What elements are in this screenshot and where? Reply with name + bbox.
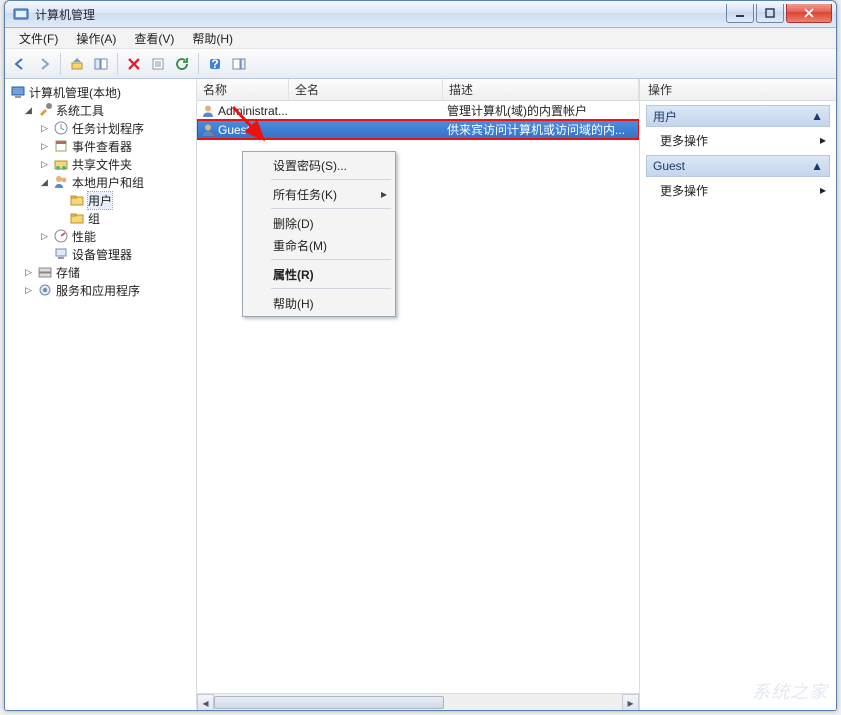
user-icon <box>201 104 215 118</box>
perf-icon <box>53 228 69 244</box>
detail-pane: 名称 全名 描述 Administrat... 管理计算机(域)的内置帐户 <box>197 79 640 710</box>
storage-icon <box>37 264 53 280</box>
tree-system-tools[interactable]: ◢ 系统工具 <box>23 101 194 119</box>
list-rows: Administrat... 管理计算机(域)的内置帐户 Guest 供来宾访问… <box>197 101 639 139</box>
collapse-icon[interactable]: ◢ <box>23 105 34 116</box>
minimize-button[interactable] <box>726 4 754 23</box>
expand-icon[interactable]: ▷ <box>39 159 50 170</box>
tree-root[interactable]: 计算机管理(本地) <box>7 83 194 101</box>
up-button[interactable] <box>66 53 88 75</box>
show-hide-action-pane-button[interactable] <box>228 53 250 75</box>
actions-more-guest[interactable]: 更多操作 ▸ <box>660 179 826 201</box>
collapse-icon[interactable]: ◢ <box>39 177 50 188</box>
menubar: 文件(F) 操作(A) 查看(V) 帮助(H) <box>5 28 836 49</box>
user-disabled-icon <box>201 123 215 137</box>
cell-name: Guest <box>218 123 250 137</box>
menu-action[interactable]: 操作(A) <box>68 28 124 49</box>
menu-view[interactable]: 查看(V) <box>126 28 182 49</box>
device-icon <box>53 246 69 262</box>
window-title: 计算机管理 <box>35 6 95 23</box>
cell-desc: 管理计算机(域)的内置帐户 <box>443 102 639 119</box>
actions-header: 操作 <box>640 79 836 101</box>
users-icon <box>53 174 69 190</box>
ctx-rename[interactable]: 重命名(M) <box>245 234 393 256</box>
svg-text:?: ? <box>211 57 218 71</box>
collapse-icon[interactable]: ▲ <box>811 159 823 173</box>
folder-icon <box>69 192 85 208</box>
col-name[interactable]: 名称 <box>197 79 289 100</box>
scroll-left-button[interactable]: ◂ <box>197 694 214 710</box>
tree-performance[interactable]: ▷ 性能 <box>39 227 194 245</box>
ctx-help[interactable]: 帮助(H) <box>245 292 393 314</box>
collapse-icon[interactable]: ▲ <box>811 109 823 123</box>
nav-forward-button[interactable] <box>33 53 55 75</box>
ctx-set-password[interactable]: 设置密码(S)... <box>245 154 393 176</box>
list-header[interactable]: 名称 全名 描述 <box>197 79 639 101</box>
horizontal-scrollbar[interactable]: ◂ ▸ <box>197 693 639 710</box>
refresh-button[interactable] <box>171 53 193 75</box>
expand-icon[interactable]: ▷ <box>39 141 50 152</box>
share-icon <box>53 156 69 172</box>
tree-shared-folders[interactable]: ▷ 共享文件夹 <box>39 155 194 173</box>
ctx-properties[interactable]: 属性(R) <box>245 263 393 285</box>
help-button[interactable]: ? <box>204 53 226 75</box>
properties-button[interactable] <box>147 53 169 75</box>
expand-icon[interactable]: ▷ <box>39 123 50 134</box>
computer-icon <box>10 84 26 100</box>
tools-icon <box>37 102 53 118</box>
col-desc[interactable]: 描述 <box>443 79 639 100</box>
tree-task-scheduler[interactable]: ▷ 任务计划程序 <box>39 119 194 137</box>
ctx-all-tasks[interactable]: 所有任务(K) <box>245 183 393 205</box>
tree-users[interactable]: 用户 <box>55 191 194 209</box>
tree-storage[interactable]: ▷ 存储 <box>23 263 194 281</box>
context-menu: 设置密码(S)... 所有任务(K) 删除(D) 重命名(M) 属性(R) 帮助… <box>242 151 396 317</box>
expand-icon[interactable]: ▷ <box>39 231 50 242</box>
services-icon <box>37 282 53 298</box>
event-icon <box>53 138 69 154</box>
submenu-icon: ▸ <box>820 183 826 197</box>
expand-icon[interactable]: ▷ <box>23 267 34 278</box>
expand-icon[interactable]: ▷ <box>23 285 34 296</box>
console-tree[interactable]: 计算机管理(本地) ◢ 系统工具 <box>5 79 197 710</box>
show-hide-tree-button[interactable] <box>90 53 112 75</box>
close-button[interactable] <box>786 4 832 23</box>
actions-more-users[interactable]: 更多操作 ▸ <box>660 129 826 151</box>
actions-group-users[interactable]: 用户 ▲ <box>646 105 830 127</box>
cell-name: Administrat... <box>218 104 288 118</box>
cell-desc: 供来宾访问计算机或访问域的内... <box>443 121 639 138</box>
ctx-delete[interactable]: 删除(D) <box>245 212 393 234</box>
maximize-button[interactable] <box>756 4 784 23</box>
actions-pane: 操作 用户 ▲ 更多操作 ▸ Guest ▲ 更多操作 ▸ <box>640 79 836 710</box>
tree-local-users-groups[interactable]: ◢ 本地用户和组 <box>39 173 194 191</box>
list-row-guest[interactable]: Guest 供来宾访问计算机或访问域的内... <box>197 120 639 139</box>
watermark: 系统之家 <box>752 678 828 704</box>
scroll-right-button[interactable]: ▸ <box>622 694 639 710</box>
titlebar: 计算机管理 <box>5 1 836 28</box>
tree-event-viewer[interactable]: ▷ 事件查看器 <box>39 137 194 155</box>
submenu-icon: ▸ <box>820 133 826 147</box>
tree-services-apps[interactable]: ▷ 服务和应用程序 <box>23 281 194 299</box>
delete-button[interactable] <box>123 53 145 75</box>
nav-back-button[interactable] <box>9 53 31 75</box>
menu-file[interactable]: 文件(F) <box>11 28 66 49</box>
folder-icon <box>69 210 85 226</box>
actions-group-guest[interactable]: Guest ▲ <box>646 155 830 177</box>
tree-groups[interactable]: 组 <box>55 209 194 227</box>
app-icon <box>13 6 29 22</box>
clock-icon <box>53 120 69 136</box>
list-row-admin[interactable]: Administrat... 管理计算机(域)的内置帐户 <box>197 101 639 120</box>
tree-device-manager[interactable]: 设备管理器 <box>39 245 194 263</box>
menu-help[interactable]: 帮助(H) <box>184 28 241 49</box>
scroll-thumb[interactable] <box>214 696 444 709</box>
toolbar: ? <box>5 49 836 79</box>
col-fullname[interactable]: 全名 <box>289 79 443 100</box>
app-window: 计算机管理 文件(F) 操作(A) 查看(V) 帮助(H) <box>4 0 837 711</box>
